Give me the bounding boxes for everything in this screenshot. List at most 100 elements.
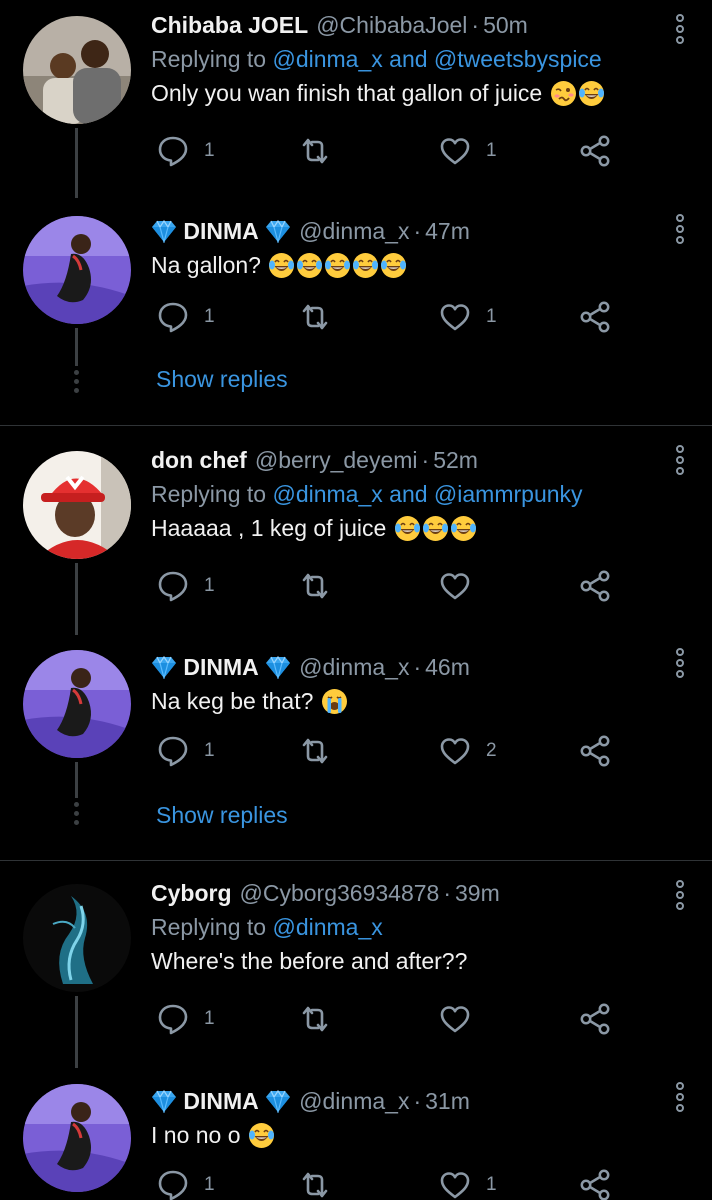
like-icon — [438, 734, 472, 768]
mention-joiner[interactable]: and — [389, 481, 427, 507]
share-icon — [578, 300, 612, 334]
more-options-icon[interactable] — [674, 214, 686, 246]
tweet-time: 39m — [455, 880, 500, 906]
share-button[interactable] — [578, 300, 612, 334]
separator-dot: · — [413, 654, 422, 680]
joy-face-icon — [450, 515, 477, 542]
mention-link[interactable]: @dinma_x — [272, 46, 382, 72]
share-icon — [578, 1002, 612, 1036]
thread-line — [75, 762, 78, 798]
share-button[interactable] — [578, 134, 612, 168]
more-options-icon[interactable] — [674, 880, 686, 912]
author-name[interactable]: DINMA — [183, 652, 258, 682]
more-options-icon[interactable] — [674, 14, 686, 46]
like-icon — [438, 134, 472, 168]
reply-button[interactable]: 1 — [156, 1168, 215, 1200]
joy-face-icon — [352, 252, 379, 279]
separator-dot: · — [471, 12, 480, 38]
separator-dot: · — [413, 1088, 422, 1114]
share-button[interactable] — [578, 1168, 612, 1200]
like-button[interactable]: 1 — [438, 134, 497, 168]
more-options-icon[interactable] — [674, 445, 686, 477]
retweet-button[interactable] — [298, 134, 332, 168]
like-button[interactable]: 1 — [438, 300, 497, 334]
avatar-cyborg[interactable] — [23, 884, 131, 992]
share-button[interactable] — [578, 734, 612, 768]
like-icon — [438, 300, 472, 334]
share-icon — [578, 569, 612, 603]
retweet-button[interactable] — [298, 569, 332, 603]
retweet-icon — [298, 134, 332, 168]
retweet-button[interactable] — [298, 734, 332, 768]
joy-face-icon — [248, 1122, 275, 1149]
reply-button[interactable]: 1 — [156, 300, 215, 334]
reply-button[interactable]: 1 — [156, 134, 215, 168]
reply-icon — [156, 734, 190, 768]
diamond-icon — [265, 1089, 291, 1113]
mention-link[interactable]: @dinma_x — [272, 481, 382, 507]
share-button[interactable] — [578, 569, 612, 603]
joy-face-icon — [268, 252, 295, 279]
reply-icon — [156, 1168, 190, 1200]
like-button[interactable] — [438, 569, 486, 603]
like-button[interactable] — [438, 1002, 486, 1036]
retweet-button[interactable] — [298, 300, 332, 334]
tweet-time: 47m — [425, 218, 470, 244]
reply-count: 1 — [204, 140, 215, 161]
mention-link[interactable]: @iammrpunky — [434, 481, 583, 507]
replying-to: Replying to @dinma_x and @tweetsbyspice — [151, 46, 602, 72]
more-replies-dots — [74, 802, 80, 829]
retweet-button[interactable] — [298, 1002, 332, 1036]
avatar-chibaba[interactable] — [23, 16, 131, 124]
reply-button[interactable]: 1 — [156, 1002, 215, 1036]
thread-line — [75, 563, 78, 635]
thread-divider — [0, 425, 712, 426]
avatar-dinma[interactable] — [23, 650, 131, 758]
separator-dot: · — [443, 880, 451, 906]
tweet-text-body: Where's the before and after?? — [151, 948, 468, 974]
reply-count: 1 — [204, 1174, 215, 1195]
reply-icon — [156, 300, 190, 334]
retweet-button[interactable] — [298, 1168, 332, 1200]
joy-face-icon — [380, 252, 407, 279]
diamond-icon — [151, 219, 177, 243]
author-handle: @dinma_x — [299, 218, 410, 244]
reply-button[interactable]: 1 — [156, 734, 215, 768]
tweet-time: 50m — [483, 12, 528, 38]
show-replies-link[interactable]: Show replies — [156, 802, 288, 829]
mention-link[interactable]: @dinma_x — [272, 914, 382, 940]
like-count: 1 — [486, 1174, 497, 1195]
author-name[interactable]: don chef — [151, 445, 247, 475]
mention-joiner[interactable]: and — [389, 46, 427, 72]
retweet-icon — [298, 1168, 332, 1200]
avatar-dinma[interactable] — [23, 1084, 131, 1192]
author-name[interactable]: Cyborg — [151, 878, 232, 908]
author-handle: @dinma_x — [299, 654, 410, 680]
thread-line — [75, 996, 78, 1068]
more-options-icon[interactable] — [674, 1082, 686, 1114]
joy-face-icon — [578, 80, 605, 107]
like-count: 1 — [486, 140, 497, 161]
author-name[interactable]: Chibaba JOEL — [151, 10, 308, 40]
joy-face-icon — [296, 252, 323, 279]
like-icon — [438, 1168, 472, 1200]
author-name[interactable]: DINMA — [183, 216, 258, 246]
show-replies-link[interactable]: Show replies — [156, 366, 288, 393]
reply-icon — [156, 1002, 190, 1036]
like-count: 2 — [486, 740, 497, 761]
avatar-don-chef[interactable] — [23, 451, 131, 559]
like-button[interactable]: 1 — [438, 1168, 497, 1200]
thread-line — [75, 328, 78, 366]
more-options-icon[interactable] — [674, 648, 686, 680]
share-button[interactable] — [578, 1002, 612, 1036]
author-handle: @dinma_x — [299, 1088, 410, 1114]
mention-link[interactable]: @tweetsbyspice — [434, 46, 602, 72]
diamond-icon — [151, 1089, 177, 1113]
avatar-dinma[interactable] — [23, 216, 131, 324]
reply-button[interactable]: 1 — [156, 569, 215, 603]
tweet-text-body: Only you wan finish that gallon of juice — [151, 80, 543, 106]
author-name[interactable]: DINMA — [183, 1086, 258, 1116]
reply-count: 1 — [204, 306, 215, 327]
reply-count: 1 — [204, 1008, 215, 1029]
like-button[interactable]: 2 — [438, 734, 497, 768]
